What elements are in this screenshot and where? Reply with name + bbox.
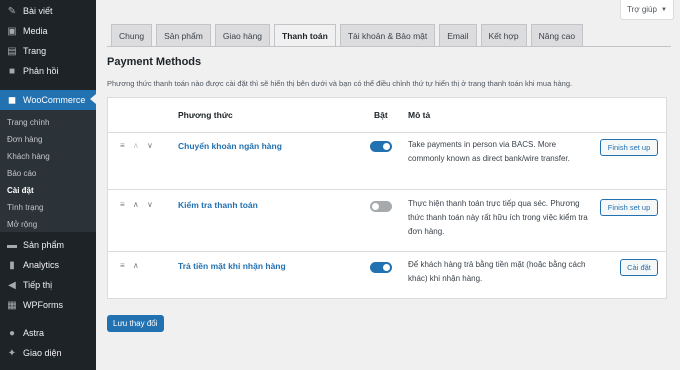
payment-method-name[interactable]: Trả tiền mặt khi nhận hàng xyxy=(178,261,286,271)
sidebar-item-label: Analytics xyxy=(23,260,60,270)
reorder-controls: ≡ ∧ ∨ xyxy=(120,141,156,150)
submenu-item-home[interactable]: Trang chính xyxy=(7,118,49,127)
page-title: Payment Methods xyxy=(107,56,202,68)
tab-products[interactable]: Sản phẩm xyxy=(156,24,211,46)
sidebar-item-woocommerce[interactable]: ◼ WooCommerce xyxy=(0,90,96,110)
payment-method-description: Thực hiện thanh toán trực tiếp qua séc. … xyxy=(408,199,588,236)
help-tab-button[interactable]: Trợ giúp ▼ xyxy=(620,0,674,20)
comment-icon: ■ xyxy=(8,65,16,77)
finish-setup-button[interactable]: Finish set up xyxy=(600,199,658,216)
table-row: ≡ ∧ ∨ Kiểm tra thanh toán Thực hiện than… xyxy=(108,190,666,250)
admin-sidebar: ✎ Bài viết ▣ Media ▤ Trang ■ Phản hồi ◼ WooCo… xyxy=(0,0,96,370)
astra-icon: ● xyxy=(8,327,16,339)
products-icon: ▬ xyxy=(7,239,17,251)
sidebar-item-marketing[interactable]: ◀ Tiếp thị xyxy=(0,276,96,294)
sidebar-item-analytics[interactable]: ▮ Analytics xyxy=(0,256,96,274)
reorder-controls: ≡ ∧ xyxy=(120,261,142,270)
sidebar-item-label: WooCommerce xyxy=(23,95,86,105)
sidebar-item-label: Tiếp thị xyxy=(23,280,53,290)
sidebar-item-wpforms[interactable]: ▦ WPForms xyxy=(0,296,96,314)
table-row: ≡ ∧ Trả tiền mặt khi nhận hàng Để khách … xyxy=(108,252,666,298)
submenu-item-customers[interactable]: Khách hàng xyxy=(7,152,50,161)
tab-integration[interactable]: Kết hợp xyxy=(480,24,527,46)
payment-method-name[interactable]: Kiểm tra thanh toán xyxy=(178,200,258,210)
submenu-item-orders[interactable]: Đơn hàng xyxy=(7,135,43,144)
sidebar-item-label: Astra xyxy=(23,328,45,338)
tab-general[interactable]: Chung xyxy=(111,24,153,46)
forms-icon: ▦ xyxy=(7,299,17,311)
column-header-description: Mô tả xyxy=(408,110,431,120)
drag-handle-icon[interactable]: ≡ xyxy=(120,200,128,209)
sidebar-item-astra[interactable]: ● Astra xyxy=(0,324,96,342)
tab-payments[interactable]: Thanh toán xyxy=(274,24,336,47)
sidebar-item-label: Giao diện xyxy=(23,348,62,358)
sidebar-item-posts[interactable]: ✎ Bài viết xyxy=(0,2,96,20)
help-tab-label: Trợ giúp xyxy=(627,5,657,14)
move-up-icon[interactable]: ∧ xyxy=(133,261,142,270)
woocommerce-submenu: Trang chính Đơn hàng Khách hàng Báo cáo … xyxy=(0,110,96,232)
move-up-icon[interactable]: ∧ xyxy=(133,141,142,150)
move-up-icon[interactable]: ∧ xyxy=(133,200,142,209)
pin-icon: ✎ xyxy=(7,5,17,17)
settings-button[interactable]: Cài đặt xyxy=(620,259,658,276)
submenu-item-reports[interactable]: Báo cáo xyxy=(7,169,36,178)
page-icon: ▤ xyxy=(7,45,17,57)
column-header-enabled: Bật xyxy=(374,110,388,120)
sidebar-item-label: Bài viết xyxy=(23,6,53,16)
payment-methods-table: Phương thức Bật Mô tả ≡ ∧ ∨ Chuyển khoản… xyxy=(107,97,667,299)
media-icon: ▣ xyxy=(7,25,17,37)
sidebar-item-label: WPForms xyxy=(23,300,63,310)
caret-down-icon: ▼ xyxy=(660,6,667,13)
submenu-item-extensions[interactable]: Mở rộng xyxy=(7,220,37,229)
enabled-toggle[interactable] xyxy=(370,141,392,152)
appearance-icon: ✦ xyxy=(7,347,17,359)
sidebar-item-comments[interactable]: ■ Phản hồi xyxy=(0,62,96,80)
tab-shipping[interactable]: Giao hàng xyxy=(214,24,271,46)
submenu-item-settings[interactable]: Cài đặt xyxy=(7,186,34,195)
sidebar-item-pages[interactable]: ▤ Trang xyxy=(0,42,96,60)
payment-method-name[interactable]: Chuyển khoản ngân hàng xyxy=(178,141,282,151)
tab-advanced[interactable]: Nâng cao xyxy=(530,24,584,46)
table-row: ≡ ∧ ∨ Chuyển khoản ngân hàng Take paymen… xyxy=(108,133,666,189)
sidebar-item-label: Media xyxy=(23,26,48,36)
drag-handle-icon[interactable]: ≡ xyxy=(120,141,128,150)
move-down-icon[interactable]: ∨ xyxy=(147,141,156,150)
sidebar-item-media[interactable]: ▣ Media xyxy=(0,22,96,40)
page-description: Phương thức thanh toán nào được cài đặt … xyxy=(107,79,573,88)
tab-emails[interactable]: Email xyxy=(439,24,477,46)
payment-method-description: Take payments in person via BACS. More c… xyxy=(408,140,570,163)
marketing-icon: ◀ xyxy=(8,279,16,291)
analytics-icon: ▮ xyxy=(9,259,15,271)
tab-divider xyxy=(107,46,671,47)
move-down-icon[interactable]: ∨ xyxy=(147,200,156,209)
enabled-toggle[interactable] xyxy=(370,262,392,273)
sidebar-item-label: Trang xyxy=(23,46,47,56)
sidebar-item-products[interactable]: ▬ Sản phẩm xyxy=(0,236,96,254)
reorder-controls: ≡ ∧ ∨ xyxy=(120,200,156,209)
submenu-item-status[interactable]: Tình trạng xyxy=(7,203,43,212)
tab-accounts-privacy[interactable]: Tài khoản & Bảo mật xyxy=(339,24,436,46)
sidebar-item-label: Sản phẩm xyxy=(23,240,65,250)
finish-setup-button[interactable]: Finish set up xyxy=(600,139,658,156)
payment-method-description: Để khách hàng trả bằng tiền mặt (hoặc bằ… xyxy=(408,260,586,283)
column-header-method: Phương thức xyxy=(178,110,233,120)
woo-icon: ◼ xyxy=(7,94,17,106)
settings-tabs: Chung Sản phẩm Giao hàng Thanh toán Tài … xyxy=(111,24,587,47)
sidebar-item-appearance[interactable]: ✦ Giao diện xyxy=(0,344,96,362)
drag-handle-icon[interactable]: ≡ xyxy=(120,261,128,270)
sidebar-item-label: Phản hồi xyxy=(23,66,59,76)
save-changes-button[interactable]: Lưu thay đổi xyxy=(107,315,164,332)
enabled-toggle[interactable] xyxy=(370,201,392,212)
